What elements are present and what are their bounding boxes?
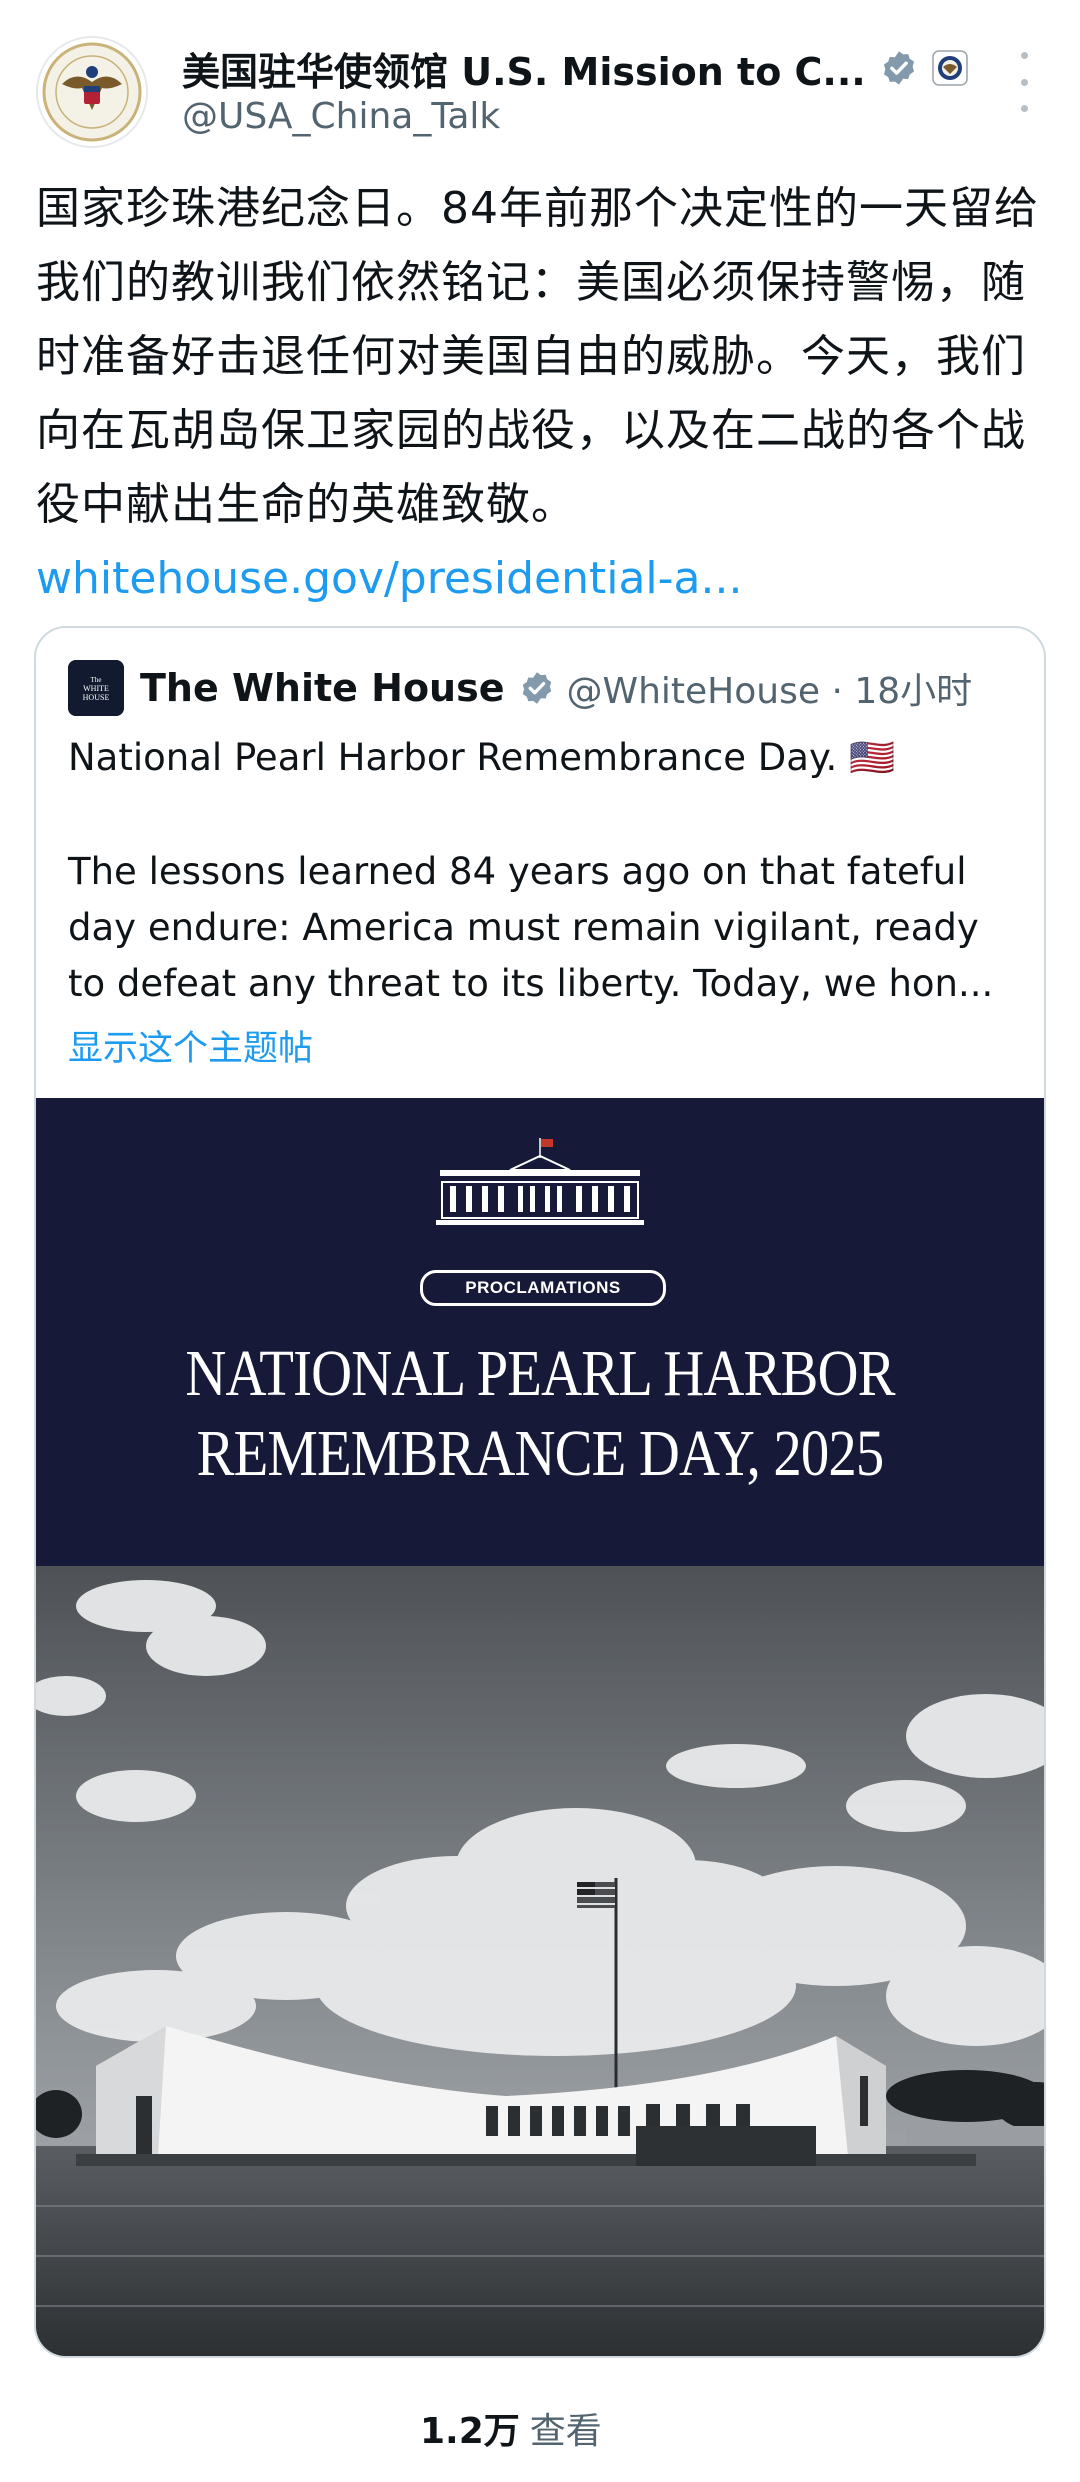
uss-arizona-memorial-image [36, 1566, 1044, 2356]
quoted-header: The WHITE HOUSE The White House @WhiteHo… [68, 658, 972, 718]
banner-title-line2: REMEMBRANCE DAY, 2025 [196, 1417, 885, 1490]
show-thread-link[interactable]: 显示这个主题帖 [68, 1020, 313, 1071]
logo-line-the: The [91, 676, 102, 684]
author-name[interactable]: 美国驻华使领馆 U.S. Mission to C... [182, 41, 866, 96]
view-count-number: 1.2万 [420, 2411, 520, 2452]
post-body: 国家珍珠港纪念日。84年前那个决定性的一天留给我们的教训我们依然铭记：美国必须保… [36, 183, 1039, 530]
memorial-photo[interactable] [36, 1566, 1044, 2356]
logo-line-white: WHITE [83, 684, 109, 693]
post-text: 国家珍珠港纪念日。84年前那个决定性的一天留给我们的教训我们依然铭记：美国必须保… [36, 172, 1046, 616]
quoted-post-card[interactable]: The WHITE HOUSE The White House @WhiteHo… [34, 626, 1046, 2358]
quoted-author-handle[interactable]: @WhiteHouse · 18小时 [567, 662, 973, 714]
quoted-author-name[interactable]: The White House [140, 666, 505, 710]
post-link[interactable]: whitehouse.gov/presidential-a... [36, 553, 742, 604]
verified-badge-icon [519, 670, 555, 706]
quoted-body: The lessons learned 84 years ago on that… [68, 850, 994, 1005]
proclamation-banner[interactable]: PROCLAMATIONS NATIONAL PEARL HARBOR REME… [36, 1098, 1044, 1566]
author-row: 美国驻华使领馆 U.S. Mission to C... [182, 40, 968, 96]
quoted-headline: National Pearl Harbor Remembrance Day. 🇺… [68, 736, 896, 779]
author-handle[interactable]: @USA_China_Talk [182, 96, 500, 137]
state-dept-seal-icon [932, 50, 968, 86]
more-options-icon[interactable] [1010, 52, 1038, 112]
author-avatar[interactable] [36, 36, 148, 148]
view-count[interactable]: 1.2万 查看 [420, 2398, 602, 2458]
banner-title-line1: NATIONAL PEARL HARBOR [185, 1337, 895, 1410]
verified-badge-icon [880, 49, 918, 87]
white-house-logo-icon[interactable]: The WHITE HOUSE [68, 660, 124, 716]
avatar-seal-icon [42, 42, 142, 142]
banner-title: NATIONAL PEARL HARBOR REMEMBRANCE DAY, 2… [107, 1334, 974, 1494]
us-flag-icon [577, 1882, 615, 1908]
logo-line-house: HOUSE [83, 693, 110, 702]
view-count-label: 查看 [529, 2411, 602, 2452]
white-house-building-icon [436, 1138, 644, 1225]
proclamations-pill: PROCLAMATIONS [420, 1270, 666, 1306]
